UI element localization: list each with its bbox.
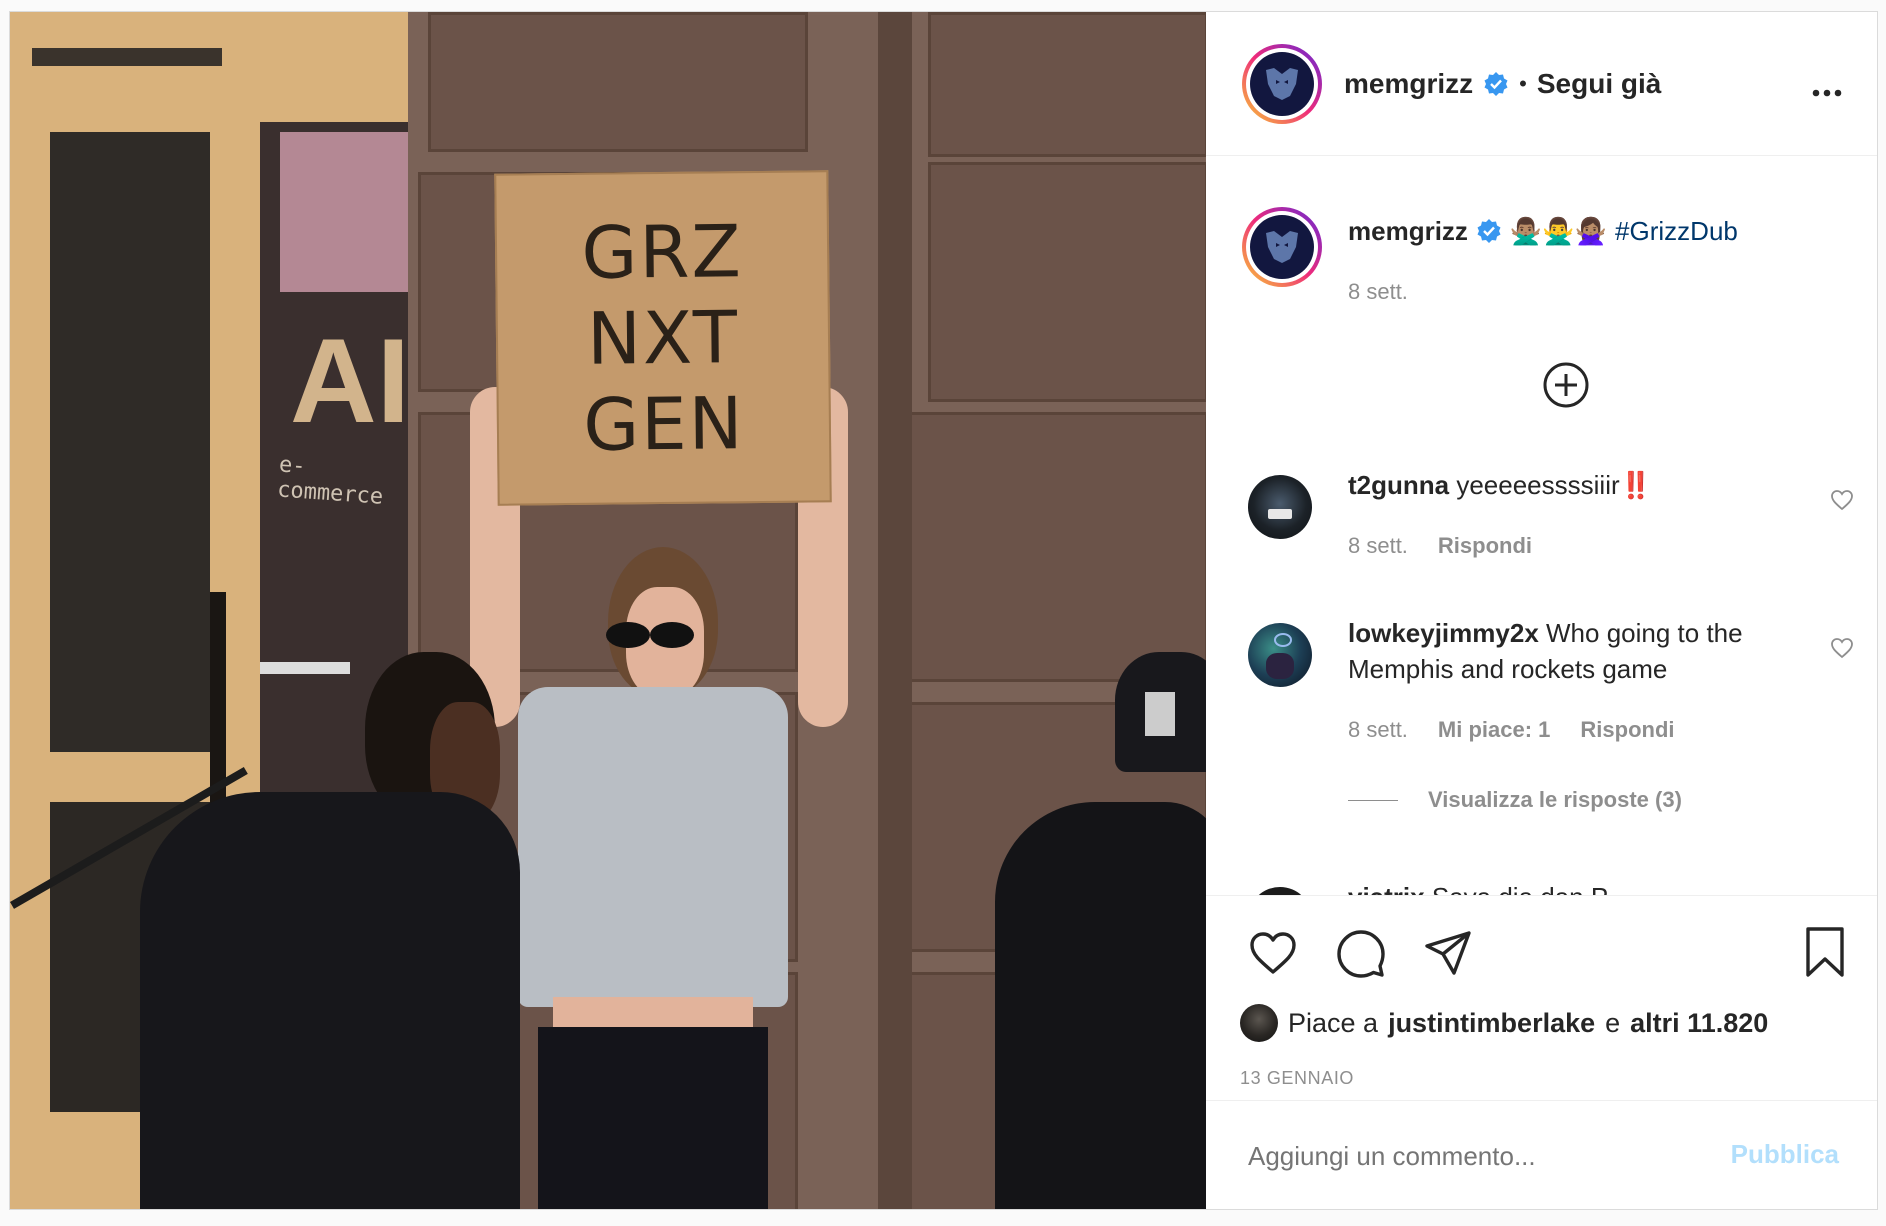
sign-line: GRZ [581,209,744,295]
replies-divider [1348,799,1398,801]
caption-time: 8 sett. [1348,279,1408,304]
view-replies-label: Visualizza le risposte (3) [1428,787,1682,812]
comment-like-icon[interactable] [1830,489,1854,511]
comment-text: yeeeeessssiiir [1456,470,1620,500]
avatar[interactable] [1242,44,1322,124]
comment-emoji: ‼️ [1619,470,1653,500]
comment-item: viatrix Saya dia dan P... [1206,877,1877,895]
likes-user-link[interactable]: justintimberlake [1388,1008,1595,1039]
comment-username[interactable]: viatrix [1348,882,1425,895]
share-icon[interactable] [1424,930,1472,976]
comment-time: 8 sett. [1348,533,1408,558]
likes-prefix: Piace a [1288,1007,1379,1038]
verified-badge-icon [1477,219,1501,243]
header-username[interactable]: memgrizz [1344,68,1473,100]
likes-others-link[interactable]: altri 11.820 [1630,1008,1768,1039]
post-date[interactable]: 13 GENNAIO [1240,1068,1354,1089]
more-options-icon[interactable] [1812,84,1842,97]
liker-avatar[interactable] [1240,1004,1278,1042]
publish-button[interactable]: Pubblica [1731,1139,1839,1170]
comment-time: 8 sett. [1348,717,1408,742]
comment-username[interactable]: t2gunna [1348,470,1449,500]
bystander-left [140,642,520,1209]
caption-username[interactable]: memgrizz [1348,213,1468,249]
sign-line: GEN [582,381,745,467]
header-separator: • [1519,71,1527,96]
comment-username[interactable]: lowkeyjimmy2x [1348,618,1539,648]
caption-hashtag[interactable]: #GrizzDub [1615,213,1738,249]
comment-avatar[interactable] [1248,887,1312,895]
post-sidebar: memgrizz • Segui già [1206,12,1877,1209]
view-replies-button[interactable]: Visualizza le risposte (3) [1348,787,1682,813]
verified-badge-icon [1484,72,1508,96]
comment-icon[interactable] [1336,928,1386,978]
likes-conjunction: e [1605,1007,1621,1038]
add-comment-bar: Pubblica [1206,1100,1877,1209]
post-card: AI e-commerce GRZ NXT GEN memgrizz • Seg… [9,11,1878,1210]
comment-avatar[interactable] [1248,623,1312,687]
follow-button[interactable]: Segui già [1537,68,1661,100]
post-header: memgrizz • Segui già [1206,12,1877,156]
likes-summary: Piace a justintimberlake e altri 11.820 [1240,1004,1768,1042]
caption-avatar[interactable] [1242,207,1322,287]
storefront-text: e-commerce [276,452,384,510]
load-more-comments-icon[interactable] [1542,361,1590,409]
grizzlies-logo-icon [1266,231,1298,263]
sign-line: NXT [586,295,740,381]
comment-likes-button[interactable]: Mi piace: 1 [1438,717,1550,743]
comment-avatar[interactable] [1248,475,1312,539]
comment-input[interactable] [1246,1133,1730,1179]
post-actions: Piace a justintimberlake e altri 11.820 … [1206,895,1877,1096]
caption: memgrizz 🙅🏽‍♂️🙅‍♂️🙅🏽‍♀️ #GrizzDub [1348,213,1848,249]
grizzlies-logo-icon [1266,68,1298,100]
comments-area: memgrizz 🙅🏽‍♂️🙅‍♂️🙅🏽‍♀️ #GrizzDub 8 sett… [1206,155,1877,895]
cardboard-sign: GRZ NXT GEN [494,170,832,506]
reply-button[interactable]: Rispondi [1438,533,1532,559]
storefront-letters: AI [290,314,410,448]
post-photo[interactable]: AI e-commerce GRZ NXT GEN [10,12,1206,1209]
comment-text: Saya dia dan P... [1432,882,1627,895]
comment-item: t2gunna yeeeeessssiiir‼️ 8 sett. Rispond… [1206,465,1877,575]
save-bookmark-icon[interactable] [1804,926,1846,978]
bystander-right [995,652,1206,1209]
caption-emojis: 🙅🏽‍♂️🙅‍♂️🙅🏽‍♀️ [1509,216,1608,246]
like-icon[interactable] [1248,930,1298,976]
reply-button[interactable]: Rispondi [1580,717,1674,743]
comment-item: lowkeyjimmy2x Who going to the Memphis a… [1206,613,1877,823]
comment-like-icon[interactable] [1830,637,1854,659]
